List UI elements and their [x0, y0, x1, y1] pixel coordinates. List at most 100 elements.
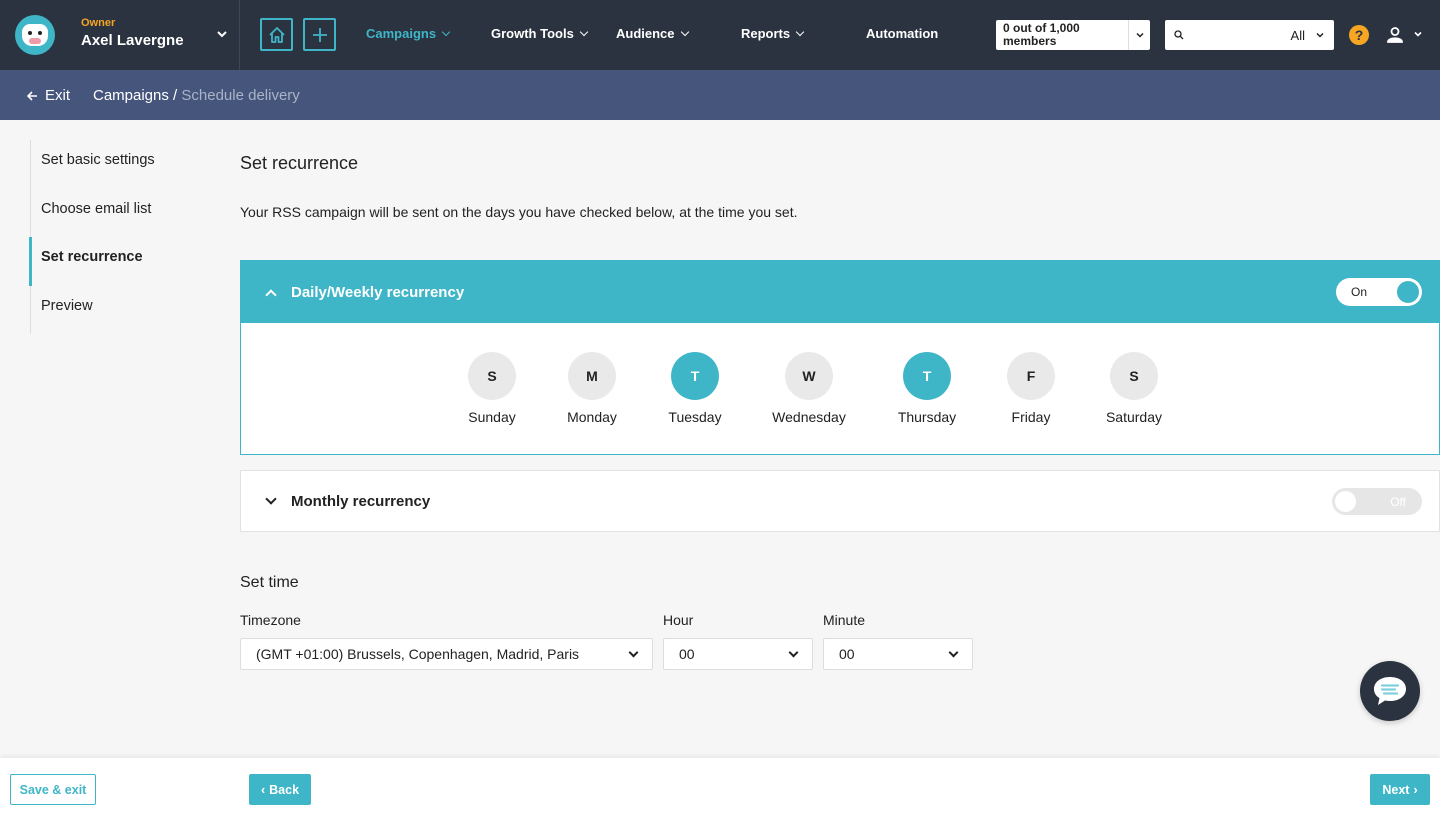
- chat-button[interactable]: [1360, 661, 1420, 721]
- day-monday[interactable]: M Monday: [542, 352, 642, 425]
- exit-button[interactable]: Exit: [26, 87, 70, 104]
- nav-reports[interactable]: Reports: [741, 26, 805, 41]
- page-description: Your RSS campaign will be sent on the da…: [240, 204, 798, 220]
- day-saturday[interactable]: S Saturday: [1084, 352, 1184, 425]
- timezone-select[interactable]: (GMT +01:00) Brussels, Copenhagen, Madri…: [240, 638, 653, 670]
- day-circle[interactable]: T: [671, 352, 719, 400]
- day-friday[interactable]: F Friday: [981, 352, 1081, 425]
- chevron-down-icon: [579, 27, 589, 36]
- weekly-recurrency-panel: Daily/Weekly recurrency On S Sunday M Mo…: [240, 260, 1440, 455]
- chevron-down-icon[interactable]: [1315, 30, 1325, 40]
- next-label: Next: [1382, 782, 1410, 797]
- weekly-recurrency-title: Daily/Weekly recurrency: [291, 283, 465, 301]
- user-icon[interactable]: [1386, 26, 1404, 44]
- chevron-down-icon[interactable]: [1413, 29, 1423, 39]
- nav-audience[interactable]: Audience: [616, 26, 689, 41]
- day-thursday[interactable]: T Thursday: [877, 352, 977, 425]
- chevron-down-icon: [788, 647, 799, 657]
- chevron-down-icon: [795, 27, 805, 36]
- nav-campaigns[interactable]: Campaigns: [366, 26, 451, 41]
- members-selector[interactable]: 0 out of 1,000 members: [996, 20, 1150, 50]
- breadcrumb-root[interactable]: Campaigns: [93, 87, 169, 104]
- nav-growth-tools[interactable]: Growth Tools: [491, 26, 589, 41]
- divider: [239, 0, 240, 70]
- sub-header: Exit Campaigns / Schedule delivery: [0, 70, 1440, 120]
- logo-icon[interactable]: [15, 15, 55, 55]
- nav-label: Automation: [866, 26, 939, 41]
- help-icon[interactable]: ?: [1349, 25, 1369, 45]
- minute-value: 00: [839, 646, 855, 662]
- members-dropdown-button[interactable]: [1128, 20, 1150, 50]
- day-circle[interactable]: M: [568, 352, 616, 400]
- day-label: Sunday: [468, 409, 516, 425]
- step-basic-settings[interactable]: Set basic settings: [31, 140, 210, 189]
- day-wednesday[interactable]: W Wednesday: [759, 352, 859, 425]
- step-recurrence[interactable]: Set recurrence: [29, 237, 210, 286]
- toggle-label: Off: [1390, 494, 1406, 509]
- day-circle[interactable]: S: [1110, 352, 1158, 400]
- chevron-up-icon: [265, 288, 277, 301]
- timezone-label: Timezone: [240, 612, 301, 628]
- nav-label: Reports: [741, 26, 791, 41]
- hour-value: 00: [679, 646, 695, 662]
- owner-role: Owner: [81, 17, 116, 29]
- chevron-down-icon: [628, 647, 639, 657]
- day-label: Tuesday: [668, 409, 722, 425]
- home-button[interactable]: [260, 18, 293, 51]
- day-label: Wednesday: [772, 409, 846, 425]
- set-time-heading: Set time: [240, 574, 299, 591]
- weekly-recurrency-toggle[interactable]: On: [1336, 278, 1422, 306]
- day-sunday[interactable]: S Sunday: [442, 352, 542, 425]
- nav-label: Campaigns: [366, 26, 437, 41]
- day-tuesday[interactable]: T Tuesday: [645, 352, 745, 425]
- step-navigation: Set basic settings Choose email list Set…: [29, 140, 210, 335]
- day-circle[interactable]: S: [468, 352, 516, 400]
- breadcrumb: Campaigns / Schedule delivery: [93, 87, 300, 104]
- day-selector: S Sunday M Monday T Tuesday W Wednesday …: [241, 323, 1439, 454]
- day-label: Monday: [567, 409, 617, 425]
- create-button[interactable]: [303, 18, 336, 51]
- search-scope[interactable]: All: [1291, 28, 1305, 43]
- hour-select[interactable]: 00: [663, 638, 813, 670]
- search-input[interactable]: [1190, 28, 1291, 42]
- nav-automation[interactable]: Automation: [866, 26, 938, 41]
- account-switcher[interactable]: Owner Axel Lavergne: [81, 17, 184, 49]
- minute-select[interactable]: 00: [823, 638, 973, 670]
- search-icon: [1174, 30, 1184, 40]
- step-email-list[interactable]: Choose email list: [31, 189, 210, 238]
- chevron-right-icon: ›: [1413, 782, 1418, 797]
- weekly-recurrency-header[interactable]: Daily/Weekly recurrency On: [241, 261, 1439, 323]
- home-icon: [268, 26, 285, 43]
- day-circle[interactable]: W: [785, 352, 833, 400]
- next-button[interactable]: Next ›: [1370, 774, 1430, 805]
- timezone-value: (GMT +01:00) Brussels, Copenhagen, Madri…: [256, 646, 580, 662]
- chevron-left-icon: ‹: [260, 782, 266, 797]
- back-label: Back: [269, 782, 300, 797]
- monthly-recurrency-panel[interactable]: Monthly recurrency Off: [240, 470, 1440, 532]
- chat-bubble-icon: [1374, 677, 1406, 705]
- plus-icon: [312, 27, 327, 42]
- chevron-down-icon: [1135, 32, 1144, 38]
- owner-name: Axel Lavergne: [81, 32, 184, 49]
- search-box[interactable]: All: [1165, 20, 1334, 50]
- day-circle[interactable]: T: [903, 352, 951, 400]
- back-button[interactable]: ‹ Back: [249, 774, 311, 805]
- day-circle[interactable]: F: [1007, 352, 1055, 400]
- nav-label: Growth Tools: [491, 26, 574, 41]
- nav-label: Audience: [616, 26, 675, 41]
- members-count: 0 out of 1,000 members: [1003, 21, 1080, 48]
- save-exit-button[interactable]: Save & exit: [10, 774, 96, 805]
- monthly-recurrency-toggle[interactable]: Off: [1332, 488, 1422, 515]
- breadcrumb-separator: /: [173, 87, 178, 104]
- day-label: Thursday: [897, 409, 957, 425]
- monthly-recurrency-title: Monthly recurrency: [291, 492, 431, 510]
- chevron-down-icon: [948, 647, 959, 657]
- breadcrumb-current: Schedule delivery: [181, 87, 300, 104]
- arrow-left-icon: [26, 90, 37, 101]
- step-preview[interactable]: Preview: [31, 286, 210, 335]
- page-title: Set recurrence: [240, 153, 359, 173]
- hour-label: Hour: [663, 612, 694, 628]
- day-label: Saturday: [1105, 409, 1163, 425]
- chevron-down-icon: [265, 493, 277, 505]
- chevron-down-icon[interactable]: [216, 28, 228, 40]
